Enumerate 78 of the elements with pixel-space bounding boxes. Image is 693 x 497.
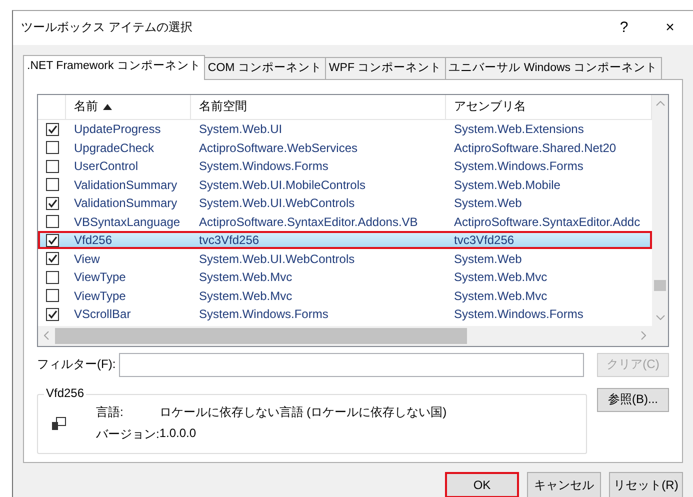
filter-label: フィルター(F): [37, 356, 116, 374]
checkbox[interactable] [46, 270, 58, 284]
browse-button[interactable]: 参照(B)... [597, 388, 669, 412]
table-cell-text: System.Web.Extensions [453, 122, 585, 136]
table-cell-text: System.Web.UI.WebControls [198, 196, 356, 210]
version-label: バージョン: [96, 426, 160, 444]
group-title: Vfd256 [44, 386, 86, 400]
table-cell-text: System.Windows.Forms [453, 159, 584, 174]
filter-field[interactable] [118, 352, 584, 377]
table-cell-text: Vfd256 [73, 233, 114, 248]
dialog-button[interactable]: リセット(R) [609, 472, 683, 497]
scrollbar-thumb[interactable] [55, 328, 467, 344]
list-row[interactable]: ValidationSummary System.Web.UI.MobileControls System.Web.Mobile [38, 175, 652, 194]
table-cell-text: tvc3Vfd256 [453, 233, 516, 248]
checkbox[interactable] [46, 215, 58, 228]
column-header[interactable]: 名前 [66, 94, 191, 119]
table-cell-text: System.Web [453, 196, 523, 210]
component-icon [52, 417, 66, 430]
tab[interactable]: .NET Framework コンポーネント [23, 54, 205, 80]
table-cell-text: System.Windows.Forms [198, 307, 330, 322]
dialog-button[interactable]: キャンセル [527, 472, 601, 497]
list-row[interactable]: UpgradeCheck ActiproSoftware.WebServices ActiproSoftware.Shared.Net20 [38, 138, 652, 157]
list-row[interactable]: ViewType System.Web.Mvc System.Web.Mvc [38, 268, 652, 286]
list-row[interactable]: View System.Web.UI.WebControls System.Web [38, 249, 652, 268]
language-label: 言語: [96, 404, 124, 422]
table-cell-text: System.Web.UI.MobileControls [198, 178, 366, 192]
list-row[interactable]: UserControl System.Windows.Forms System.Windows.Forms [38, 156, 652, 176]
checkbox[interactable] [46, 141, 58, 154]
checkbox[interactable] [46, 252, 58, 266]
checkbox[interactable] [46, 308, 58, 321]
table-cell-text: System.Web.UI [198, 122, 284, 136]
checkbox[interactable] [46, 196, 58, 210]
table-cell-text: ActiproSoftware.Shared.Net20 [453, 140, 618, 155]
list-row[interactable]: VBSyntaxLanguage ActiproSoftware.SyntaxEditor.Addons.VB ActiproSoftware.SyntaxEditor.Addc [38, 212, 652, 231]
table-cell-text: System.Web.Mvc [198, 270, 294, 284]
table-cell-text: ViewType [73, 270, 127, 284]
table-cell-text: ViewType [73, 288, 127, 303]
checkbox[interactable] [46, 234, 58, 247]
checkbox[interactable] [46, 289, 58, 302]
list-row[interactable]: VScrollBar System.Windows.Forms System.Windows.Forms [38, 304, 652, 324]
table-cell-text: System.Web.Mvc [453, 288, 548, 303]
column-header[interactable]: 名前空間 [191, 94, 446, 119]
table-cell-text: System.Windows.Forms [453, 307, 584, 322]
checkbox[interactable] [46, 178, 58, 192]
table-cell-text: VBSyntaxLanguage [73, 214, 182, 229]
table-cell-text: View [73, 252, 101, 266]
vertical-scrollbar[interactable] [652, 94, 668, 326]
version-value: 1.0.0.0 [159, 426, 198, 442]
table-cell-text: System.Windows.Forms [198, 159, 330, 174]
list-row[interactable]: UpdateProgress System.Web.UI System.Web.Extensions [38, 120, 652, 138]
table-cell-text: tvc3Vfd256 [198, 233, 260, 248]
checkbox[interactable] [46, 122, 58, 136]
horizontal-scrollbar[interactable] [38, 326, 668, 346]
window-title: ツールボックス アイテムの選択 [21, 19, 194, 36]
list-row[interactable]: ViewType System.Web.Mvc System.Web.Mvc [38, 286, 652, 305]
table-cell-text: ActiproSoftware.SyntaxEditor.Addons.VB [198, 214, 419, 229]
dialog-button[interactable]: OK [445, 472, 519, 497]
language-value: ロケールに依存しない言語 (ロケールに依存しない国) [159, 404, 447, 422]
table-cell-text: UpgradeCheck [73, 140, 156, 155]
table-cell-text: UpdateProgress [73, 122, 162, 136]
table-cell-text: System.Web.UI.WebControls [198, 252, 356, 266]
table-cell-text: ValidationSummary [73, 178, 178, 192]
table-cell-text: ValidationSummary [73, 196, 178, 210]
table-cell-text: VScrollBar [73, 307, 132, 322]
checkbox[interactable] [46, 160, 58, 173]
table-cell-text: System.Web [453, 252, 523, 266]
table-cell-text: System.Web.Mobile [453, 178, 562, 192]
scrollbar-thumb[interactable] [654, 280, 666, 291]
table-cell-text: UserControl [73, 159, 140, 174]
close-button[interactable]: × [647, 19, 693, 36]
tab[interactable]: ユニバーサル Windows コンポーネント [444, 56, 662, 79]
list-row[interactable]: Vfd256 tvc3Vfd256 tvc3Vfd256 [38, 230, 652, 250]
table-cell-text: ActiproSoftware.SyntaxEditor.Addc [453, 214, 642, 229]
table-cell-text: System.Web.Mvc [453, 270, 548, 284]
list-row[interactable]: ValidationSummary System.Web.UI.WebControls System.Web [38, 194, 652, 212]
help-button[interactable]: ? [601, 19, 647, 36]
table-cell-text: ActiproSoftware.WebServices [198, 140, 359, 155]
table-cell-text: System.Web.Mvc [198, 288, 294, 303]
